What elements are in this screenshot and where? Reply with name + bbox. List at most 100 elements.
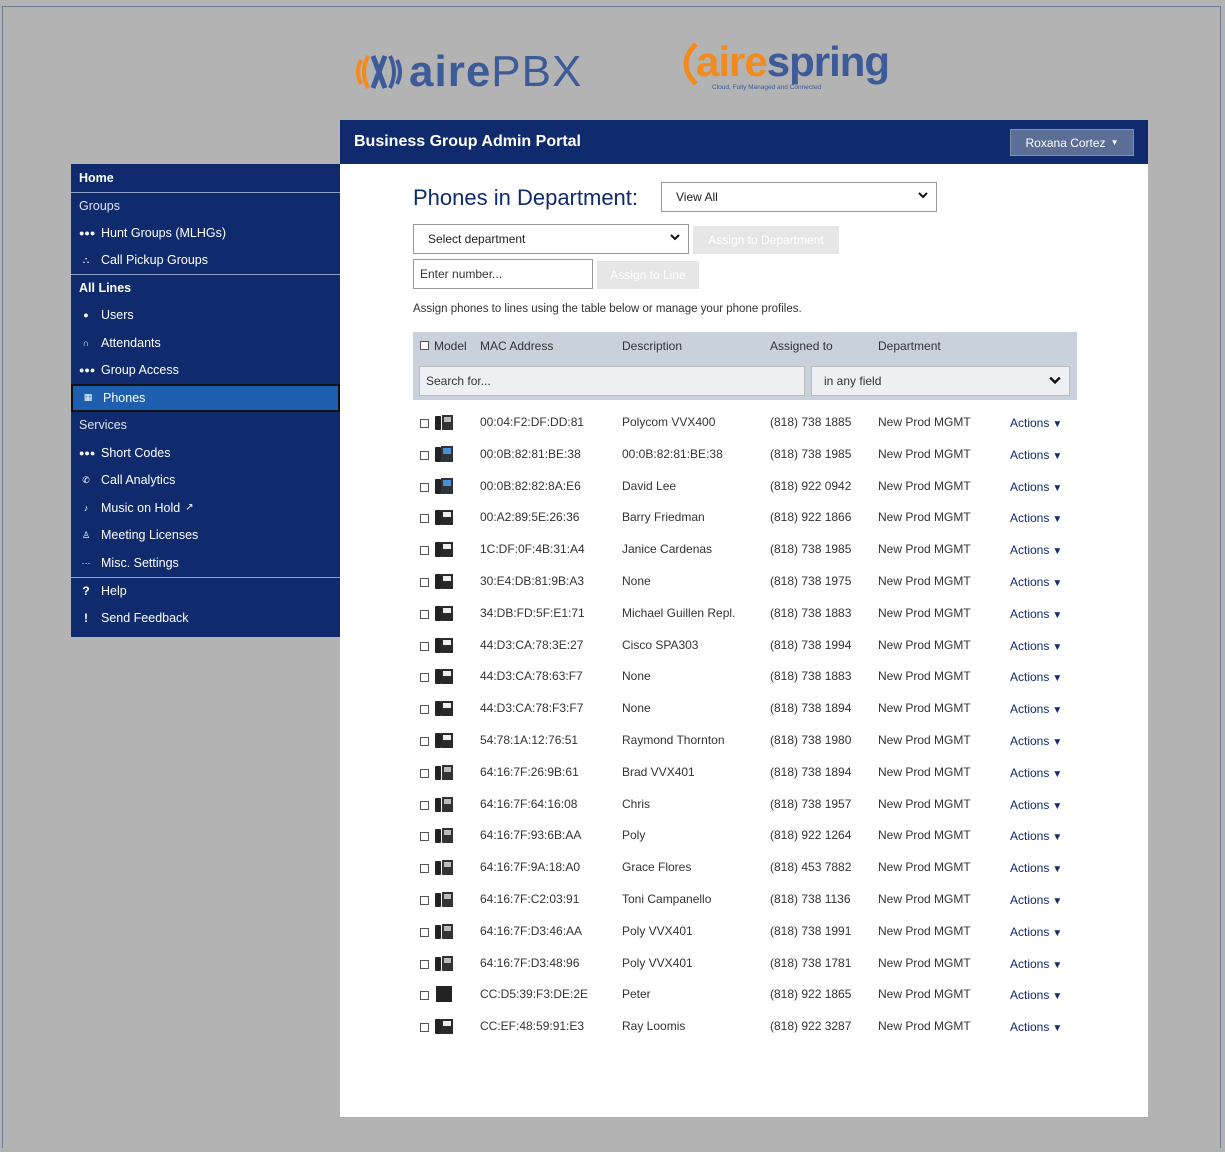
- table-row[interactable]: 64:16:7F:26:9B:61 Brad VVX401 (818) 738 18…: [413, 756, 1077, 788]
- col-assigned[interactable]: Assigned to: [770, 339, 833, 353]
- row-checkbox[interactable]: [420, 641, 429, 651]
- table-row[interactable]: 00:A2:89:5E:26:36 Barry Friedman (818) 922…: [413, 501, 1077, 533]
- col-model[interactable]: Model: [434, 339, 467, 353]
- sidebar-item-hunt-groups[interactable]: ●●● Hunt Groups (MLHGs): [71, 219, 340, 247]
- row-checkbox[interactable]: [420, 673, 429, 683]
- table-row[interactable]: 30:E4:DB:81:9B:A3 None (818) 738 1975 New P…: [413, 565, 1077, 597]
- sidebar-item-call-analytics[interactable]: ✆ Call Analytics: [71, 467, 340, 495]
- row-checkbox[interactable]: [420, 514, 429, 524]
- sidebar-item-call-pickup[interactable]: ⛬ Call Pickup Groups: [71, 247, 340, 275]
- row-checkbox[interactable]: [420, 609, 429, 619]
- row-checkbox[interactable]: [420, 800, 429, 810]
- row-checkbox[interactable]: [420, 768, 429, 778]
- assign-to-line-button[interactable]: Assign to Line: [597, 261, 699, 289]
- sidebar-item-meeting-licenses[interactable]: ♙ Meeting Licenses: [71, 522, 340, 550]
- table-row[interactable]: 44:D3:CA:78:F3:F7 None (818) 738 1894 New P…: [413, 692, 1077, 724]
- sidebar-item-music-on-hold[interactable]: ♪ Music on Hold ↗: [71, 494, 340, 522]
- sidebar-item-short-codes[interactable]: ●●● Short Codes: [71, 439, 340, 467]
- user-menu-button[interactable]: Roxana Cortez ▼: [1010, 129, 1134, 156]
- actions-menu[interactable]: Actions ▼: [1010, 798, 1062, 812]
- actions-menu[interactable]: Actions ▼: [1010, 829, 1062, 843]
- row-checkbox[interactable]: [420, 864, 429, 874]
- sidebar-item-phones[interactable]: ▦ Phones: [71, 384, 340, 412]
- description: Cisco SPA303: [622, 637, 699, 652]
- col-department[interactable]: Department: [878, 339, 941, 353]
- table-row[interactable]: 64:16:7F:93:6B:AA Poly (818) 922 1264 New P…: [413, 819, 1077, 851]
- actions-menu[interactable]: Actions ▼: [1010, 511, 1062, 525]
- table-row[interactable]: 64:16:7F:9A:18:A0 Grace Flores (818) 453 7…: [413, 851, 1077, 883]
- row-checkbox[interactable]: [420, 450, 429, 460]
- table-row[interactable]: 00:0B:82:81:BE:38 00:0B:82:81:BE:38 (818) …: [413, 438, 1077, 470]
- search-field-select[interactable]: in any field: [811, 366, 1070, 396]
- sidebar-item-users[interactable]: ● Users: [71, 302, 340, 330]
- actions-menu[interactable]: Actions ▼: [1010, 480, 1062, 494]
- sidebar-item-group-access[interactable]: ●●● Group Access: [71, 357, 340, 385]
- actions-menu[interactable]: Actions ▼: [1010, 766, 1062, 780]
- table-row[interactable]: 64:16:7F:D3:48:96 Poly VVX401 (818) 738 17…: [413, 947, 1077, 979]
- sidebar-section-all-lines[interactable]: All Lines: [71, 274, 340, 302]
- department-select[interactable]: Select department: [413, 224, 689, 254]
- sidebar-item-misc-settings[interactable]: ··· Misc. Settings: [71, 549, 340, 577]
- row-checkbox[interactable]: [420, 832, 429, 842]
- table-row[interactable]: 64:16:7F:C2:03:91 Toni Campanello (818) 73…: [413, 883, 1077, 915]
- airespring-logo: airespring Cloud, Fully Managed and Conn…: [683, 38, 890, 100]
- col-description[interactable]: Description: [622, 339, 682, 353]
- col-mac[interactable]: MAC Address: [480, 339, 553, 353]
- table-row[interactable]: 00:04:F2:DF:DD:81 Polycom VVX400 (818) 738…: [413, 406, 1077, 438]
- assigned-to: (818) 453 7882: [770, 860, 852, 875]
- row-checkbox[interactable]: [420, 419, 429, 428]
- actions-menu[interactable]: Actions ▼: [1010, 416, 1062, 430]
- sidebar-item-attendants[interactable]: ∩ Attendants: [71, 329, 340, 357]
- table-row[interactable]: 34:DB:FD:5F:E1:71 Michael Guillen Repl. (8…: [413, 597, 1077, 629]
- actions-menu[interactable]: Actions ▼: [1010, 925, 1062, 939]
- row-checkbox[interactable]: [420, 705, 429, 715]
- sidebar-item-home[interactable]: Home: [71, 164, 340, 192]
- table-row[interactable]: 64:16:7F:64:16:08 Chris (818) 738 1957 New …: [413, 788, 1077, 820]
- assigned-to: (818) 738 1991: [770, 923, 852, 938]
- row-checkbox[interactable]: [420, 736, 429, 746]
- table-row[interactable]: 64:16:7F:D3:46:AA Poly VVX401 (818) 738 19…: [413, 915, 1077, 947]
- table-row[interactable]: 1C:DF:0F:4B:31:A4 Janice Cardenas (818) 73…: [413, 533, 1077, 565]
- row-checkbox[interactable]: [420, 577, 429, 587]
- actions-menu[interactable]: Actions ▼: [1010, 702, 1062, 716]
- assigned-to: (818) 738 1781: [770, 955, 852, 970]
- actions-menu[interactable]: Actions ▼: [1010, 543, 1062, 557]
- search-input[interactable]: Search for...: [419, 366, 805, 396]
- line-number-input[interactable]: Enter number...: [413, 259, 593, 289]
- description: Janice Cardenas: [622, 542, 713, 557]
- table-row[interactable]: 44:D3:CA:78:63:F7 None (818) 738 1883 New P…: [413, 660, 1077, 692]
- actions-menu[interactable]: Actions ▼: [1010, 575, 1062, 589]
- row-checkbox[interactable]: [420, 895, 429, 905]
- actions-menu[interactable]: Actions ▼: [1010, 639, 1062, 653]
- table-row[interactable]: 44:D3:CA:78:3E:27 Cisco SPA303 (818) 738 1…: [413, 629, 1077, 661]
- actions-menu[interactable]: Actions ▼: [1010, 734, 1062, 748]
- actions-menu[interactable]: Actions ▼: [1010, 893, 1062, 907]
- actions-menu[interactable]: Actions ▼: [1010, 448, 1062, 462]
- dots-icon: ●●●: [79, 447, 96, 458]
- row-checkbox[interactable]: [420, 546, 429, 556]
- view-select[interactable]: View All: [661, 182, 937, 212]
- row-checkbox[interactable]: [420, 1023, 429, 1033]
- table-row[interactable]: CC:D5:39:F3:DE:2E Peter (818) 922 1865 New …: [413, 978, 1077, 1010]
- actions-menu[interactable]: Actions ▼: [1010, 957, 1062, 971]
- sidebar-item-send-feedback[interactable]: ! Send Feedback: [71, 604, 340, 632]
- actions-menu[interactable]: Actions ▼: [1010, 988, 1062, 1002]
- row-checkbox[interactable]: [420, 959, 429, 969]
- actions-menu[interactable]: Actions ▼: [1010, 607, 1062, 621]
- sidebar-item-help[interactable]: ? Help: [71, 576, 340, 605]
- phone-model-icon: [434, 636, 454, 654]
- row-checkbox[interactable]: [420, 991, 429, 1001]
- table-row[interactable]: 00:0B:82:82:8A:E6 David Lee (818) 922 0942…: [413, 470, 1077, 502]
- select-all-checkbox[interactable]: [420, 341, 429, 350]
- caret-down-icon: ▼: [1052, 736, 1063, 748]
- table-row[interactable]: CC:EF:48:59:91:E3 Ray Loomis (818) 922 328…: [413, 1010, 1077, 1042]
- row-checkbox[interactable]: [420, 927, 429, 937]
- table-row[interactable]: 54:78:1A:12:76:51 Raymond Thornton (818) 7…: [413, 724, 1077, 756]
- assign-to-department-button[interactable]: Assign to Department: [693, 226, 839, 254]
- actions-menu[interactable]: Actions ▼: [1010, 861, 1062, 875]
- row-checkbox[interactable]: [420, 482, 429, 492]
- actions-menu[interactable]: Actions ▼: [1010, 670, 1062, 684]
- caret-down-icon: ▼: [1052, 832, 1063, 844]
- assigned-to: (818) 738 1883: [770, 669, 852, 684]
- actions-menu[interactable]: Actions ▼: [1010, 1020, 1062, 1034]
